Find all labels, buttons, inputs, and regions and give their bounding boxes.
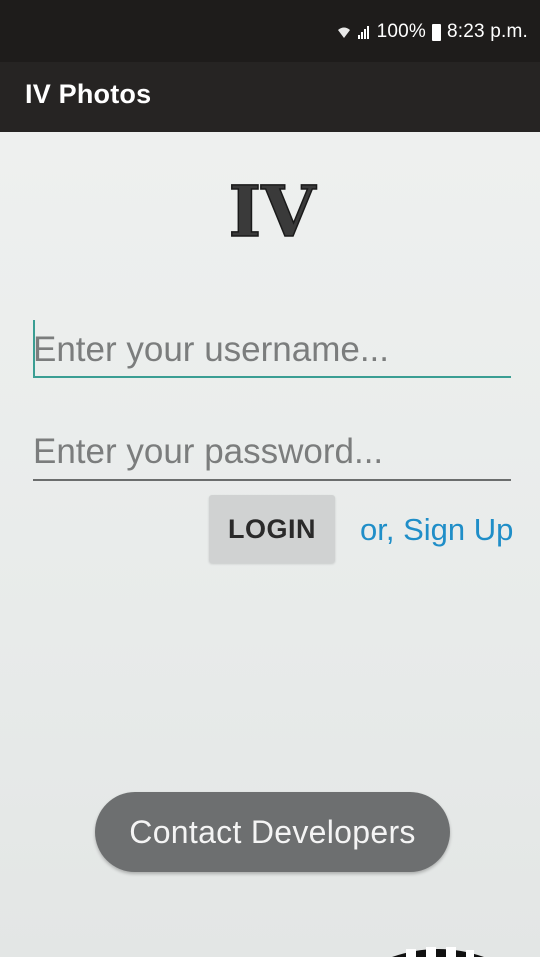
clock: 8:23 p.m. bbox=[446, 21, 528, 42]
username-input[interactable] bbox=[33, 326, 511, 374]
wifi-icon bbox=[337, 27, 350, 38]
contact-developers-button[interactable]: Contact Developers bbox=[95, 792, 450, 872]
signal-icon bbox=[357, 26, 369, 39]
status-indicators: 100% 8:23 p.m. bbox=[337, 20, 528, 44]
password-input[interactable] bbox=[33, 428, 511, 476]
sign-up-link[interactable]: or, Sign Up bbox=[360, 512, 513, 548]
username-underline bbox=[33, 376, 511, 378]
login-button[interactable]: LOGIN bbox=[209, 495, 335, 563]
logo-text: IV bbox=[228, 175, 317, 247]
app-title: IV Photos bbox=[25, 79, 152, 109]
status-bar: 100% 8:23 p.m. bbox=[0, 0, 540, 62]
checkered-decoration bbox=[392, 947, 484, 957]
app-logo: IV bbox=[228, 175, 318, 247]
battery-icon bbox=[431, 23, 441, 41]
app-bar: IV Photos bbox=[0, 62, 540, 132]
battery-percent: 100% bbox=[376, 21, 426, 42]
password-underline bbox=[33, 479, 511, 481]
